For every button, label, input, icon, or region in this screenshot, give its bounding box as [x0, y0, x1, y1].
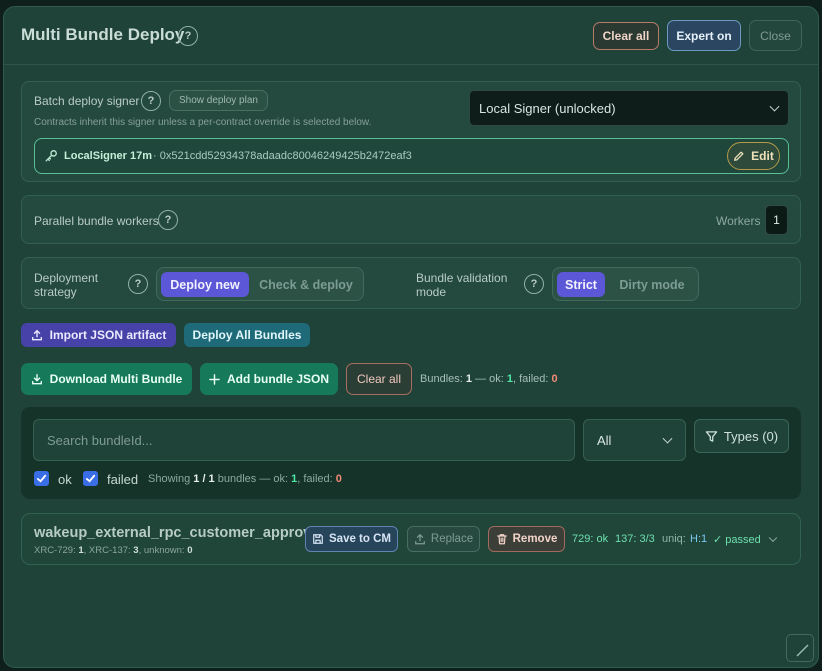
- strategy-deploy-new[interactable]: Deploy new: [161, 272, 249, 297]
- resize-icon: [796, 644, 809, 657]
- bundle-name: wakeup_external_rpc_customer_approval: [34, 525, 324, 541]
- expert-toggle-button[interactable]: Expert on: [667, 20, 741, 51]
- remove-label: Remove: [512, 533, 558, 545]
- filter-panel: Search bundleId... All Types (0) ok fail…: [21, 407, 801, 499]
- upload-icon: [415, 533, 425, 545]
- replace-button[interactable]: Replace: [407, 526, 480, 552]
- signer-label: Batch deploy signer: [34, 94, 140, 108]
- deploy-all-button[interactable]: Deploy All Bundles: [184, 323, 310, 347]
- import-json-button[interactable]: Import JSON artifact: [21, 323, 176, 347]
- workers-label: Parallel bundle workers: [34, 214, 159, 228]
- import-label: Import JSON artifact: [49, 328, 167, 342]
- chevron-down-icon: [769, 101, 780, 112]
- uniq-label: uniq:: [662, 533, 686, 545]
- strategy-card: Deployment strategy ? Deploy new Check &…: [21, 257, 801, 309]
- strategy-check-deploy[interactable]: Check & deploy: [253, 272, 359, 297]
- strategy-segmented: Deploy new Check & deploy: [156, 267, 364, 301]
- help-icon[interactable]: ?: [524, 274, 544, 294]
- download-multi-bundle-button[interactable]: Download Multi Bundle: [21, 363, 192, 395]
- signer-note: Contracts inherit this signer unless a p…: [34, 117, 372, 128]
- signer-select-value: Local Signer (unlocked): [479, 100, 616, 116]
- signer-address: · 0x521cdd52934378adaadc80046249425b2472…: [153, 150, 412, 162]
- dialog-header: Multi Bundle Deploy ? Clear all Expert o…: [4, 7, 818, 65]
- validation-strict[interactable]: Strict: [557, 272, 605, 297]
- signer-card: Batch deploy signer ? Show deploy plan C…: [21, 81, 801, 182]
- download-label: Download Multi Bundle: [49, 372, 183, 386]
- uniq-value: H:1: [690, 533, 708, 545]
- bundle-stats: Bundles: 1 — ok: 1, failed: 0: [420, 373, 558, 385]
- strategy-label: Deployment strategy: [34, 271, 99, 299]
- replace-label: Replace: [430, 533, 474, 545]
- check-icon: [36, 474, 47, 483]
- signer-select[interactable]: Local Signer (unlocked): [469, 90, 789, 126]
- signer-row: LocalSigner 17m · 0x521cdd52934378adaadc…: [34, 138, 789, 174]
- bundle-row[interactable]: wakeup_external_rpc_customer_approval XR…: [21, 513, 801, 565]
- add-bundle-label: Add bundle JSON: [227, 372, 329, 386]
- search-input[interactable]: Search bundleId...: [33, 419, 575, 461]
- workers-card: Parallel bundle workers ? Workers 1: [21, 195, 801, 244]
- save-to-cm-button[interactable]: Save to CM: [305, 526, 398, 552]
- edit-signer-button[interactable]: Edit: [727, 142, 780, 170]
- clear-all-button[interactable]: Clear all: [593, 22, 659, 50]
- validation-dirty[interactable]: Dirty mode: [609, 272, 695, 297]
- save-icon: [313, 534, 323, 544]
- types-filter-button[interactable]: Types (0): [694, 419, 789, 453]
- add-bundle-json-button[interactable]: Add bundle JSON: [200, 363, 338, 395]
- help-icon[interactable]: ?: [178, 26, 198, 46]
- filter-icon: [705, 430, 718, 442]
- ok-checkbox[interactable]: [34, 471, 49, 486]
- failed-checkbox-label: failed: [107, 472, 139, 487]
- showing-summary: Showing 1 / 1 bundles — ok: 1, failed: 0: [148, 473, 342, 485]
- save-label: Save to CM: [329, 533, 391, 545]
- multi-bundle-deploy-dialog: Multi Bundle Deploy ? Clear all Expert o…: [3, 6, 819, 668]
- clear-bundles-button[interactable]: Clear all: [346, 363, 412, 395]
- remove-button[interactable]: Remove: [488, 526, 565, 552]
- passed-badge: ✓ passed: [713, 534, 761, 546]
- download-icon: [31, 374, 42, 385]
- resize-handle[interactable]: [786, 634, 814, 662]
- signer-name: LocalSigner 17m: [64, 150, 153, 162]
- type-filter-select[interactable]: All: [583, 419, 686, 461]
- key-icon: [45, 150, 57, 162]
- plus-icon: [209, 373, 220, 385]
- validation-segmented: Strict Dirty mode: [552, 267, 699, 301]
- workers-input[interactable]: 1: [765, 205, 788, 235]
- types-label: Types (0): [723, 428, 779, 444]
- bundle-meta: XRC-729: 1, XRC-137: 3, unknown: 0: [34, 545, 193, 556]
- edit-label: Edit: [751, 149, 774, 163]
- trash-icon: [496, 534, 507, 545]
- type-filter-value: All: [597, 432, 612, 448]
- workers-count-label: Workers: [716, 214, 761, 228]
- help-icon[interactable]: ?: [128, 274, 148, 294]
- failed-checkbox[interactable]: [83, 471, 98, 486]
- chevron-down-icon: [662, 433, 673, 444]
- upload-icon: [31, 329, 42, 341]
- chevron-down-icon[interactable]: [768, 533, 778, 543]
- ok-checkbox-label: ok: [58, 472, 72, 487]
- dialog-title: Multi Bundle Deploy: [21, 25, 185, 44]
- validation-label: Bundle validation mode: [416, 271, 508, 299]
- status-729: 729: ok: [572, 533, 609, 545]
- help-icon[interactable]: ?: [158, 210, 178, 230]
- pencil-icon: [734, 151, 744, 161]
- help-icon[interactable]: ?: [141, 91, 161, 111]
- check-icon: [85, 474, 96, 483]
- show-deploy-plan-button[interactable]: Show deploy plan: [169, 90, 268, 111]
- status-137: 137: 3/3: [615, 533, 655, 545]
- close-button[interactable]: Close: [749, 20, 802, 51]
